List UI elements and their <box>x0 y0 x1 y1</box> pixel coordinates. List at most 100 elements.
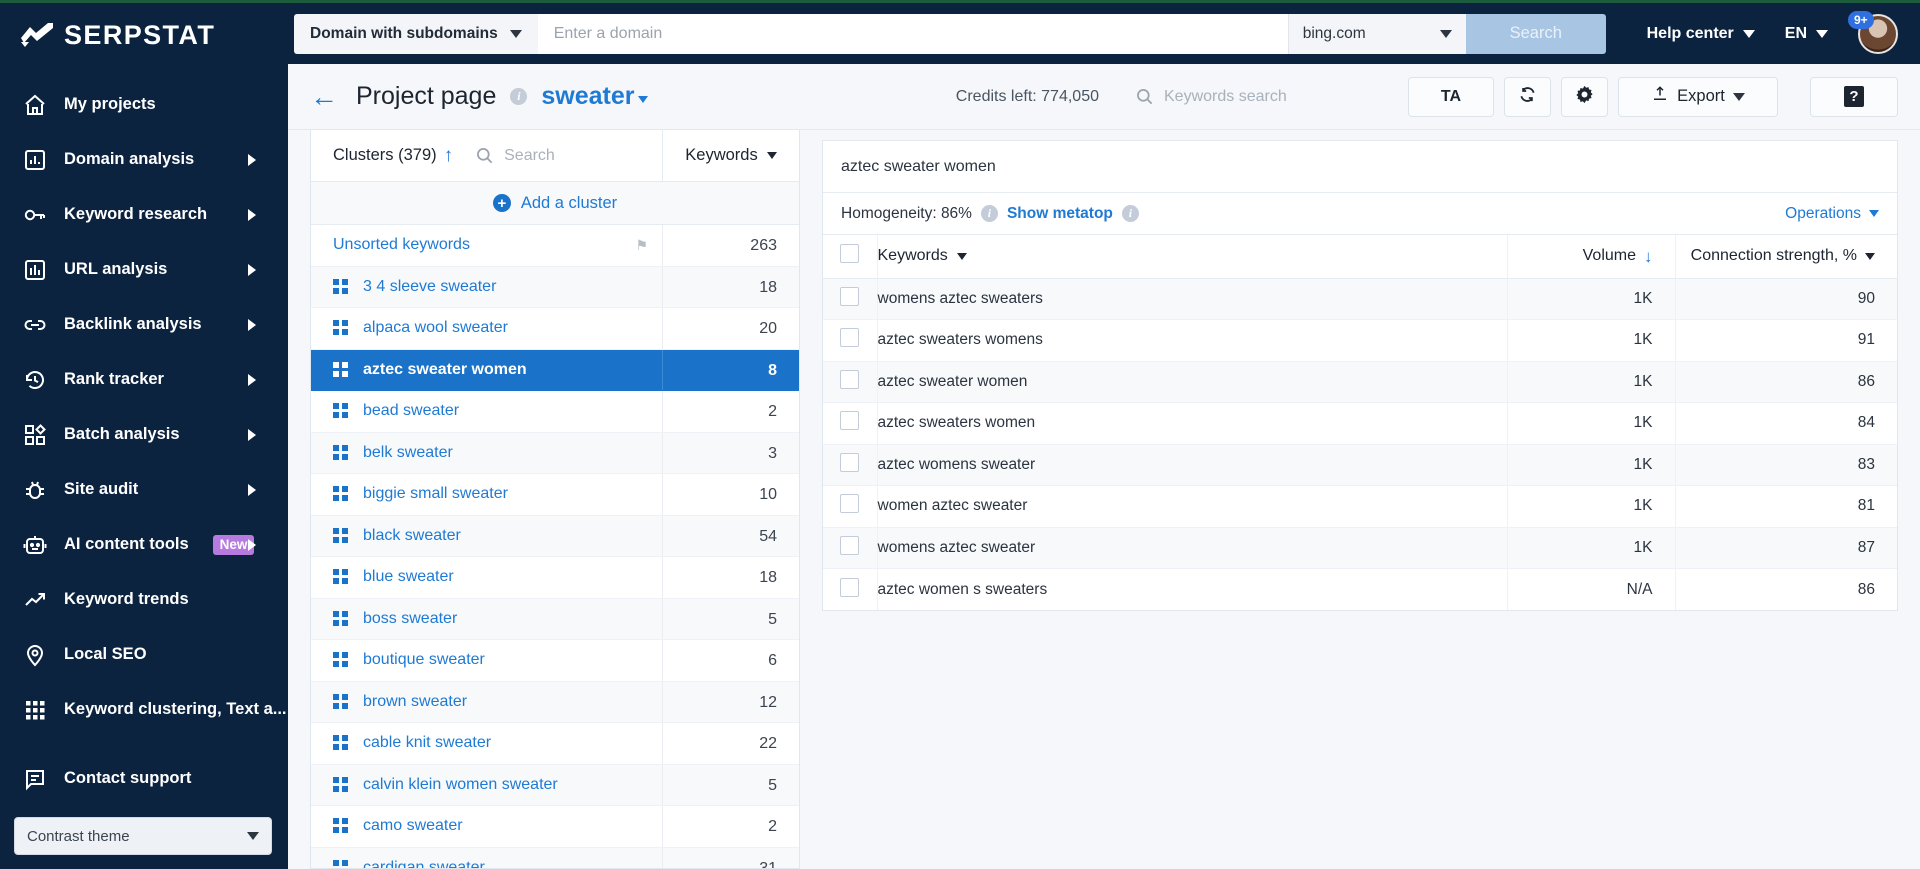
volume-column-header[interactable]: Volume ↓ <box>1506 235 1675 279</box>
search-icon <box>475 146 494 165</box>
grid-icon <box>333 444 349 461</box>
table-row[interactable]: aztec sweaters women 1K 84 <box>823 402 1897 445</box>
home-icon <box>22 92 48 118</box>
pin-icon[interactable]: ⚑ <box>635 237 648 254</box>
table-row[interactable]: aztec sweaters womens 1K 91 <box>823 319 1897 362</box>
export-button[interactable]: Export <box>1618 76 1778 117</box>
table-row[interactable]: aztec women s sweaters N/A 86 <box>823 568 1897 610</box>
cluster-row[interactable]: belk sweater 3 <box>311 432 799 474</box>
sort-ascending-icon[interactable]: ↑ <box>444 146 454 165</box>
back-button[interactable]: ← <box>310 82 338 111</box>
connection-column-header[interactable]: Connection strength, % <box>1674 235 1897 279</box>
sidebar-item-my-projects[interactable]: My projects <box>0 77 288 132</box>
sidebar-item-batch-analysis[interactable]: Batch analysis <box>0 407 288 462</box>
row-checkbox[interactable] <box>840 494 860 514</box>
cluster-row[interactable]: brown sweater 12 <box>311 681 799 723</box>
connection-strength-cell: 90 <box>1674 278 1897 320</box>
table-row[interactable]: women aztec sweater 1K 81 <box>823 485 1897 528</box>
sidebar-item-local-seo[interactable]: Local SEO <box>0 627 288 682</box>
clusters-search-input[interactable] <box>504 146 625 165</box>
cluster-row[interactable]: calvin klein women sweater 5 <box>311 764 799 806</box>
table-row[interactable]: womens aztec sweater 1K 87 <box>823 527 1897 569</box>
keywords-column-label: Keywords <box>877 247 948 265</box>
sidebar-item-ai-content-tools[interactable]: AI content tools New <box>0 517 288 572</box>
cluster-row[interactable]: camo sweater 2 <box>311 806 799 848</box>
row-checkbox[interactable] <box>840 369 860 389</box>
sidebar-item-keyword-research[interactable]: Keyword research <box>0 187 288 242</box>
domain-scope-value: Domain with subdomains <box>310 24 498 42</box>
grid-dots-icon <box>22 697 48 723</box>
row-checkbox[interactable] <box>840 328 860 348</box>
cluster-name: boutique sweater <box>363 651 485 669</box>
domain-scope-select[interactable]: Domain with subdomains <box>294 13 538 54</box>
sidebar-item-backlink-analysis[interactable]: Backlink analysis <box>0 297 288 352</box>
sidebar-item-rank-tracker[interactable]: Rank tracker <box>0 352 288 407</box>
info-icon[interactable]: i <box>980 205 998 222</box>
sidebar-item-label: Batch analysis <box>64 425 180 443</box>
grid-icon <box>333 361 349 378</box>
help-center-menu[interactable]: Help center <box>1647 25 1755 43</box>
cluster-row[interactable]: cardigan sweater 31 <box>311 847 799 868</box>
row-checkbox[interactable] <box>840 411 860 431</box>
cluster-row[interactable]: black sweater 54 <box>311 515 799 557</box>
table-row[interactable]: aztec sweater women 1K 86 <box>823 361 1897 403</box>
row-checkbox[interactable] <box>840 286 860 306</box>
grid-icon <box>333 527 349 544</box>
cluster-row[interactable]: bead sweater 2 <box>311 391 799 433</box>
info-icon[interactable]: i <box>1121 205 1139 222</box>
sidebar-item-keyword-clustering[interactable]: Keyword clustering, Text a... <box>0 682 288 737</box>
connection-strength-cell: 87 <box>1674 527 1897 569</box>
bug-icon <box>22 477 48 503</box>
avatar[interactable]: 9+ <box>1848 10 1898 54</box>
chevron-right-icon <box>248 153 256 166</box>
table-row[interactable]: womens aztec sweaters 1K 90 <box>823 278 1897 320</box>
sidebar-item-contact-support[interactable]: Contact support <box>0 751 288 806</box>
select-all-checkbox[interactable] <box>840 244 860 264</box>
project-selector[interactable]: sweater <box>541 82 648 111</box>
sidebar-item-keyword-trends[interactable]: Keyword trends <box>0 572 288 627</box>
clusters-keywords-column-header[interactable]: Keywords <box>662 130 799 181</box>
search-engine-select[interactable]: bing.com <box>1287 13 1466 54</box>
cluster-keyword-count: 18 <box>662 557 799 598</box>
history-clock-icon <box>22 367 48 393</box>
theme-select[interactable]: Contrast theme <box>14 817 272 855</box>
cluster-row-left: biggie small sweater <box>311 485 662 503</box>
cluster-row[interactable]: aztec sweater women 8 <box>311 349 799 391</box>
logo[interactable]: SERPSTAT <box>0 3 288 67</box>
cluster-name: belk sweater <box>363 443 453 461</box>
volume-cell: 1K <box>1506 361 1675 403</box>
settings-button[interactable] <box>1561 76 1608 117</box>
keywords-column-header[interactable]: Keywords <box>877 235 1507 279</box>
table-row[interactable]: aztec womens sweater 1K 83 <box>823 444 1897 486</box>
domain-input[interactable] <box>537 13 1288 54</box>
language-menu[interactable]: EN <box>1785 25 1828 43</box>
sidebar-item-url-analysis[interactable]: URL analysis <box>0 242 288 297</box>
keywords-card: aztec sweater women Homogeneity: 86% i S… <box>822 140 1898 611</box>
cluster-row[interactable]: biggie small sweater 10 <box>311 474 799 516</box>
operations-menu[interactable]: Operations <box>1785 205 1879 223</box>
refresh-button[interactable] <box>1504 76 1551 117</box>
cluster-keyword-count: 12 <box>662 681 799 722</box>
row-checkbox[interactable] <box>840 535 860 555</box>
add-cluster-button[interactable]: + Add a cluster <box>311 182 799 225</box>
keywords-search-input[interactable] <box>1164 87 1374 106</box>
show-metatop-link[interactable]: Show metatop <box>1007 205 1113 223</box>
info-icon[interactable]: i <box>510 88 528 105</box>
help-button[interactable]: ? <box>1810 76 1898 117</box>
cluster-row[interactable]: cable knit sweater 22 <box>311 723 799 765</box>
ta-button[interactable]: TA <box>1408 76 1494 117</box>
keywords-search <box>1135 87 1374 106</box>
cluster-row[interactable]: alpaca wool sweater 20 <box>311 308 799 350</box>
search-button[interactable]: Search <box>1465 13 1606 54</box>
sidebar-item-domain-analysis[interactable]: Domain analysis <box>0 132 288 187</box>
sidebar-item-site-audit[interactable]: Site audit <box>0 462 288 517</box>
cluster-list[interactable]: Unsorted keywords ⚑ 263 3 4 sleeve sweater 1… <box>311 225 799 868</box>
row-checkbox[interactable] <box>840 452 860 472</box>
cluster-row[interactable]: 3 4 sleeve sweater 18 <box>311 266 799 308</box>
cluster-row[interactable]: boutique sweater 6 <box>311 640 799 682</box>
cluster-row[interactable]: Unsorted keywords ⚑ 263 <box>311 225 799 267</box>
sidebar-item-label: Keyword clustering, Text a... <box>64 700 287 718</box>
row-checkbox[interactable] <box>840 577 860 597</box>
cluster-row[interactable]: boss sweater 5 <box>311 598 799 640</box>
cluster-row[interactable]: blue sweater 18 <box>311 557 799 599</box>
